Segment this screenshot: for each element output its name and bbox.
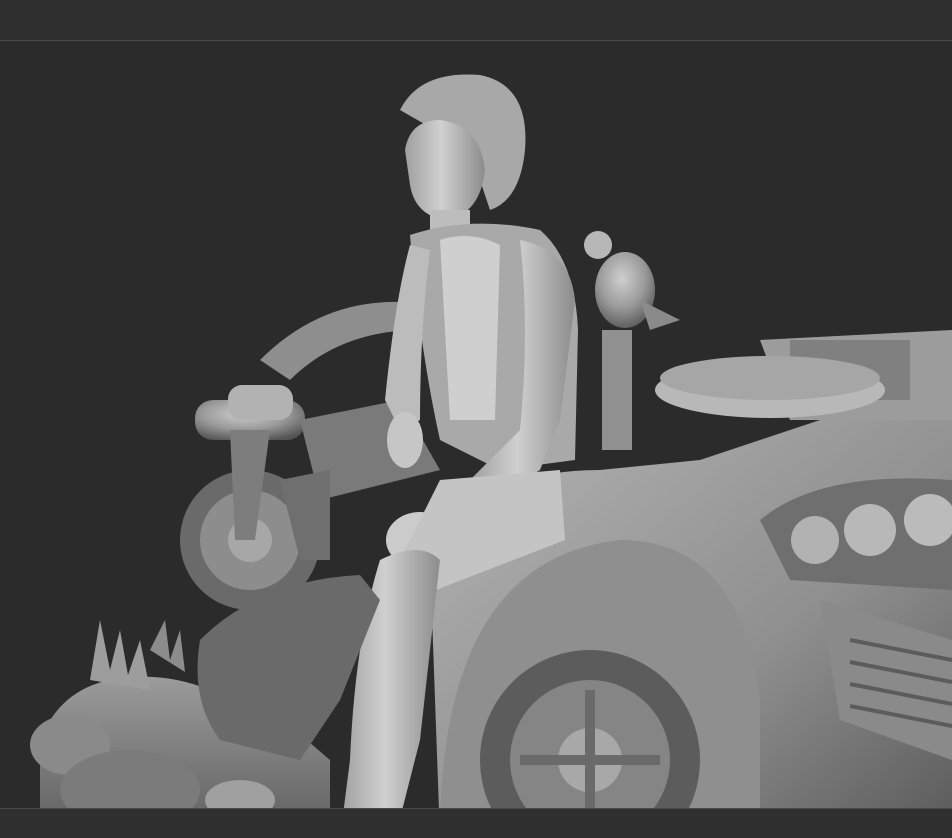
falcon-figure [584,231,680,330]
sculpt-model-render [30,74,952,838]
viewport-bottom-bar [0,808,952,838]
sculpt-viewport[interactable] [0,0,952,838]
